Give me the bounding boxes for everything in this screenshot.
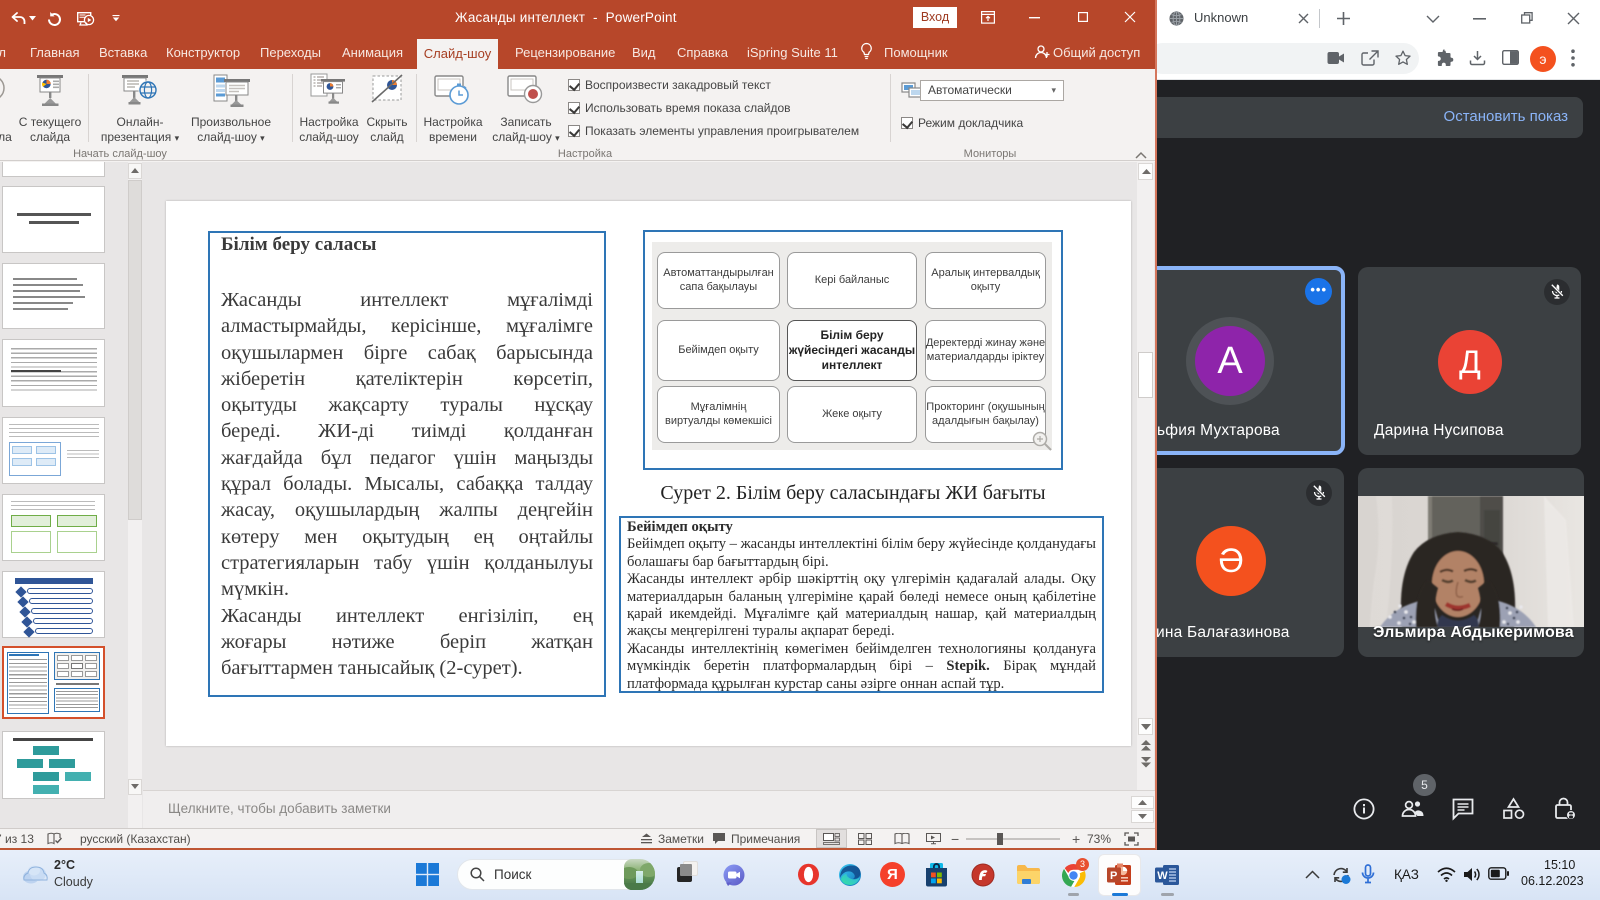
svg-text:P: P [1110, 870, 1117, 882]
svg-text:W: W [1157, 870, 1168, 882]
